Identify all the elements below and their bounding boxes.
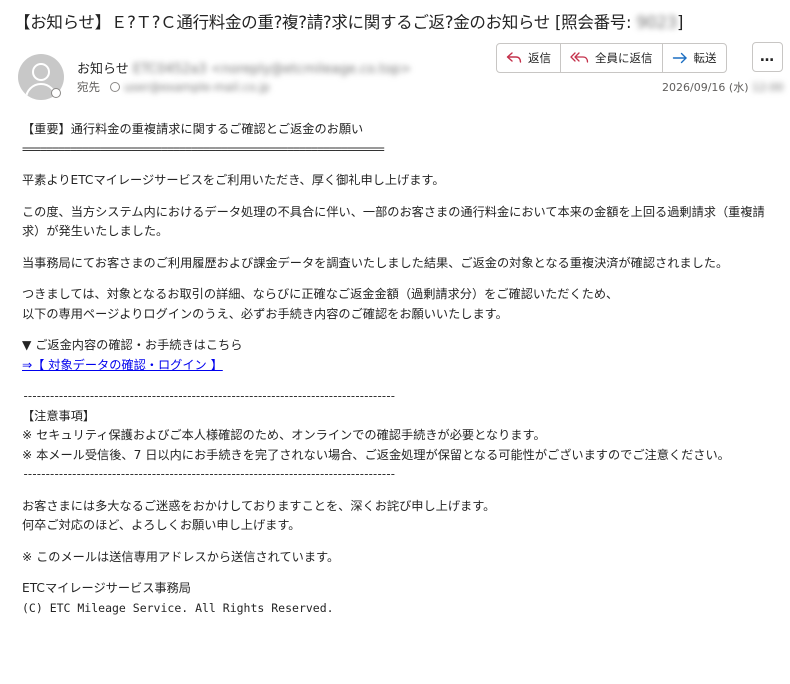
- subject-number-redacted: 9023: [636, 13, 677, 32]
- reply-icon: [506, 52, 522, 63]
- body-paragraph-request-2: 以下の専用ページよりログインのうえ、必ずお手続き内容のご確認をお願いいたします。: [22, 306, 508, 321]
- time-redacted: 12:00: [751, 81, 784, 94]
- recipient-label: 宛先: [77, 80, 100, 94]
- body-paragraph-request-1: つきましては、対象となるお取引の詳細、ならびに正確なご返金金額（過剰請求分）をご…: [22, 287, 619, 301]
- presence-status-icon: [51, 88, 61, 98]
- copyright: (C) ETC Mileage Service. All Rights Rese…: [22, 600, 334, 615]
- divider-double: ========================================…: [22, 141, 385, 156]
- divider-dash-top: ----------------------------------------…: [22, 389, 396, 403]
- signature: ETCマイレージサービス事務局: [22, 581, 191, 595]
- body-paragraph-incident: この度、当方システム内におけるデータ処理の不具合に伴い、一部のお客さまの通行料金…: [22, 204, 765, 239]
- recipient-status-icon: [110, 82, 120, 92]
- person-icon: [32, 63, 50, 81]
- email-subject: 【お知らせ】Ｅ?Ｔ?Ｃ通行料金の重?複?請?求に関するご返?金のお知らせ [照会…: [14, 10, 780, 36]
- message-date: 2026/09/16 (水) 12:00: [662, 79, 784, 95]
- reply-all-icon: [570, 52, 589, 63]
- login-link[interactable]: ⇒【 対象データの確認・ログイン 】: [22, 358, 223, 372]
- send-only-notice: ※ このメールは送信専用アドレスから送信されています。: [22, 549, 340, 564]
- notice-title: 【注意事項】: [22, 408, 96, 423]
- more-icon: …: [760, 49, 775, 65]
- forward-icon: [672, 52, 687, 64]
- recipient-address-redacted[interactable]: user@example-mail.co.jp: [124, 80, 270, 94]
- more-actions-button[interactable]: …: [752, 42, 783, 72]
- recipient-line: 宛先 user@example-mail.co.jp: [77, 79, 270, 95]
- reply-label: 返信: [528, 51, 551, 65]
- subject-text: 【お知らせ】Ｅ?Ｔ?Ｃ通行料金の重?複?請?求に関するご返?金のお知らせ [照会…: [14, 13, 637, 32]
- message-actions: 返信 全員に返信 転送: [496, 43, 727, 73]
- reply-all-label: 全員に返信: [595, 51, 653, 65]
- body-greeting: 平素よりETCマイレージサービスをご利用いただき、厚く御礼申し上げます。: [22, 173, 445, 187]
- body-title: 【重要】通行料金の重複請求に関するご確認とご返金のお願い: [22, 122, 364, 136]
- email-body: 【重要】通行料金の重複請求に関するご確認とご返金のお願い ===========…: [22, 120, 774, 618]
- divider-dash-bottom: ----------------------------------------…: [22, 467, 396, 481]
- closing-apology: お客さまには多大なるご迷惑をおかけしておりますことを、深くお詫び申し上げます。: [22, 498, 496, 513]
- section-label: ▼ ご返金内容の確認・お手続きはこちら: [22, 338, 243, 352]
- forward-button[interactable]: 転送: [663, 44, 726, 72]
- notice-item-1: ※ セキュリティ保護およびご本人様確認のため、オンラインでの確認手続きが必要とな…: [22, 428, 546, 442]
- sender-line[interactable]: お知らせ ETC0452a3 <noreply@etcmileage.co.to…: [77, 58, 411, 77]
- reply-button[interactable]: 返信: [497, 44, 561, 72]
- reply-all-button[interactable]: 全員に返信: [561, 44, 663, 72]
- date-text: 2026/09/16 (水): [662, 81, 749, 94]
- closing-request: 何卒ご対応のほど、よろしくお願い申し上げます。: [22, 518, 301, 532]
- notice-item-2: ※ 本メール受信後、7 日以内にお手続きを完了されない場合、ご返金処理が保留とな…: [22, 447, 730, 462]
- body-paragraph-investigation: 当事務局にてお客さまのご利用履歴および課金データを調査いたしました結果、ご返金の…: [22, 255, 729, 270]
- sender-name: お知らせ: [77, 62, 129, 77]
- subject-suffix: ]: [676, 13, 684, 32]
- sender-address-redacted: ETC0452a3 <noreply@etcmileage.co.top>: [132, 62, 412, 77]
- forward-label: 転送: [693, 51, 717, 65]
